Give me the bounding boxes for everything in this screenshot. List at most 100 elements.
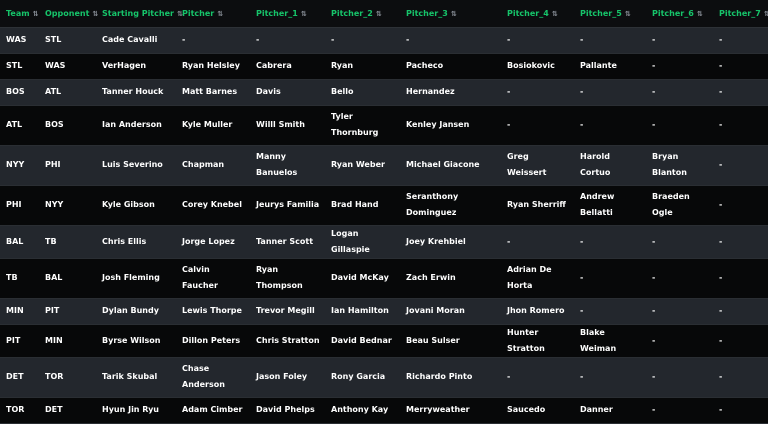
sort-icon[interactable]: ⇅: [376, 10, 382, 18]
table-cell: PHI: [39, 145, 96, 186]
sort-icon[interactable]: ⇅: [625, 10, 631, 18]
table-row: ATL BOS Ian Anderson Kyle Muller Willl Smith…: [0, 105, 768, 146]
table-cell: -: [713, 324, 768, 358]
table-cell: Manny Banuelos: [250, 145, 325, 186]
table-cell: Matt Barnes: [176, 79, 250, 106]
table-cell: -: [713, 105, 768, 146]
table-cell: -: [713, 53, 768, 80]
table-cell: Chase Anderson: [176, 357, 250, 398]
table-cell: Chris Stratton: [250, 324, 325, 358]
sort-icon[interactable]: ⇅: [217, 10, 223, 18]
col-header-pitcher[interactable]: Pitcher ⇅: [176, 0, 250, 28]
table-cell: -: [713, 185, 768, 226]
sort-icon[interactable]: ⇅: [552, 10, 558, 18]
table-cell: -: [325, 27, 400, 54]
table-cell: Calvin Faucher: [176, 258, 250, 299]
table-cell: Danner: [574, 397, 646, 424]
table-cell: Chapman: [176, 145, 250, 186]
table-cell: VerHagen: [96, 53, 176, 80]
sort-icon[interactable]: ⇅: [764, 10, 768, 18]
table-row: TOR DET Hyun Jin Ryu Adam Cimber David Phelp…: [0, 397, 768, 424]
col-header-pitcher-7[interactable]: Pitcher_7 ⇅: [713, 0, 768, 28]
table-cell: TB: [0, 258, 39, 299]
col-header-pitcher-5[interactable]: Pitcher_5 ⇅: [574, 0, 646, 28]
table-cell: MIN: [39, 324, 96, 358]
table-cell: Tanner Houck: [96, 79, 176, 106]
table-cell: Ryan Helsley: [176, 53, 250, 80]
table-row: MIN PIT Dylan Bundy Lewis Thorpe Trevor Megi…: [0, 298, 768, 325]
col-header-starting-pitcher[interactable]: Starting Pitcher ⇅: [96, 0, 183, 28]
table-cell: Kyle Gibson: [96, 185, 176, 226]
sort-icon[interactable]: ⇅: [697, 10, 703, 18]
table-row: DET TOR Tarik Skubal Chase Anderson Jason Fo…: [0, 357, 768, 398]
table-cell: Michael Giacone: [400, 145, 501, 186]
table-cell: Adrian De Horta: [501, 258, 574, 299]
col-header-label: Pitcher_1: [256, 8, 298, 18]
table-cell: TOR: [39, 357, 96, 398]
table-cell: Rony Garcia: [325, 357, 400, 398]
table-cell: Andrew Bellatti: [574, 185, 646, 226]
sort-icon[interactable]: ⇅: [301, 10, 307, 18]
table-cell: Luis Severino: [96, 145, 176, 186]
col-header-team[interactable]: Team ⇅: [0, 0, 39, 28]
table-cell: Kenley Jansen: [400, 105, 501, 146]
sort-icon[interactable]: ⇅: [451, 10, 457, 18]
table-cell: Tarik Skubal: [96, 357, 176, 398]
table-cell: -: [646, 225, 713, 259]
table-cell: Richardo Pinto: [400, 357, 501, 398]
col-header-pitcher-4[interactable]: Pitcher_4 ⇅: [501, 0, 574, 28]
col-header-pitcher-6[interactable]: Pitcher_6 ⇅: [646, 0, 713, 28]
col-header-pitcher-1[interactable]: Pitcher_1 ⇅: [250, 0, 325, 28]
table-cell: -: [176, 27, 250, 54]
table-cell: Jeurys Familia: [250, 185, 325, 226]
table-cell: Blake Weiman: [574, 324, 646, 358]
table-cell: Ryan Thompson: [250, 258, 325, 299]
table-cell: Jovani Moran: [400, 298, 501, 325]
table-cell: WAS: [0, 27, 39, 54]
table-cell: BOS: [0, 79, 39, 106]
table-cell: MIN: [0, 298, 39, 325]
sort-icon[interactable]: ⇅: [92, 10, 98, 18]
table-cell: -: [713, 225, 768, 259]
col-header-opponent[interactable]: Opponent ⇅: [39, 0, 98, 28]
table-cell: -: [574, 105, 646, 146]
col-header-label: Pitcher_7: [719, 8, 761, 18]
col-header-label: Pitcher: [182, 8, 215, 18]
table-cell: Logan Gillaspie: [325, 225, 400, 259]
table-cell: Saucedo: [501, 397, 574, 424]
col-header-label: Pitcher_2: [331, 8, 373, 18]
table-cell: -: [400, 27, 501, 54]
col-header-pitcher-3[interactable]: Pitcher_3 ⇅: [400, 0, 501, 28]
table-cell: Jorge Lopez: [176, 225, 250, 259]
table-cell: Beau Sulser: [400, 324, 501, 358]
table-cell: Kyle Muller: [176, 105, 250, 146]
table-cell: Pallante: [574, 53, 646, 80]
table-cell: Adam Cimber: [176, 397, 250, 424]
table-cell: Bosiokovic: [501, 53, 574, 80]
table-cell: Ian Anderson: [96, 105, 176, 146]
table-cell: -: [646, 298, 713, 325]
col-header-label: Pitcher_4: [507, 8, 549, 18]
table-cell: Josh Fleming: [96, 258, 176, 299]
table-cell: Ryan: [325, 53, 400, 80]
table-cell: -: [713, 145, 768, 186]
table-row: PIT MIN Byrse Wilson Dillon Peters Chris Str…: [0, 324, 768, 358]
table-cell: Cabrera: [250, 53, 325, 80]
table-cell: Jason Foley: [250, 357, 325, 398]
table-cell: -: [574, 225, 646, 259]
table-cell: -: [501, 225, 574, 259]
table-cell: -: [646, 79, 713, 106]
table-row: BOS ATL Tanner Houck Matt Barnes Davis Bello H…: [0, 79, 768, 106]
table-cell: Brad Hand: [325, 185, 400, 226]
table-cell: PIT: [39, 298, 96, 325]
col-header-pitcher-2[interactable]: Pitcher_2 ⇅: [325, 0, 400, 28]
table-cell: DET: [0, 357, 39, 398]
table-cell: Hyun Jin Ryu: [96, 397, 176, 424]
table-cell: -: [574, 27, 646, 54]
sort-icon[interactable]: ⇅: [33, 10, 39, 18]
table-cell: Ryan Weber: [325, 145, 400, 186]
table-cell: -: [646, 357, 713, 398]
table-cell: PIT: [0, 324, 39, 358]
table-cell: Byrse Wilson: [96, 324, 176, 358]
table-cell: NYY: [0, 145, 39, 186]
